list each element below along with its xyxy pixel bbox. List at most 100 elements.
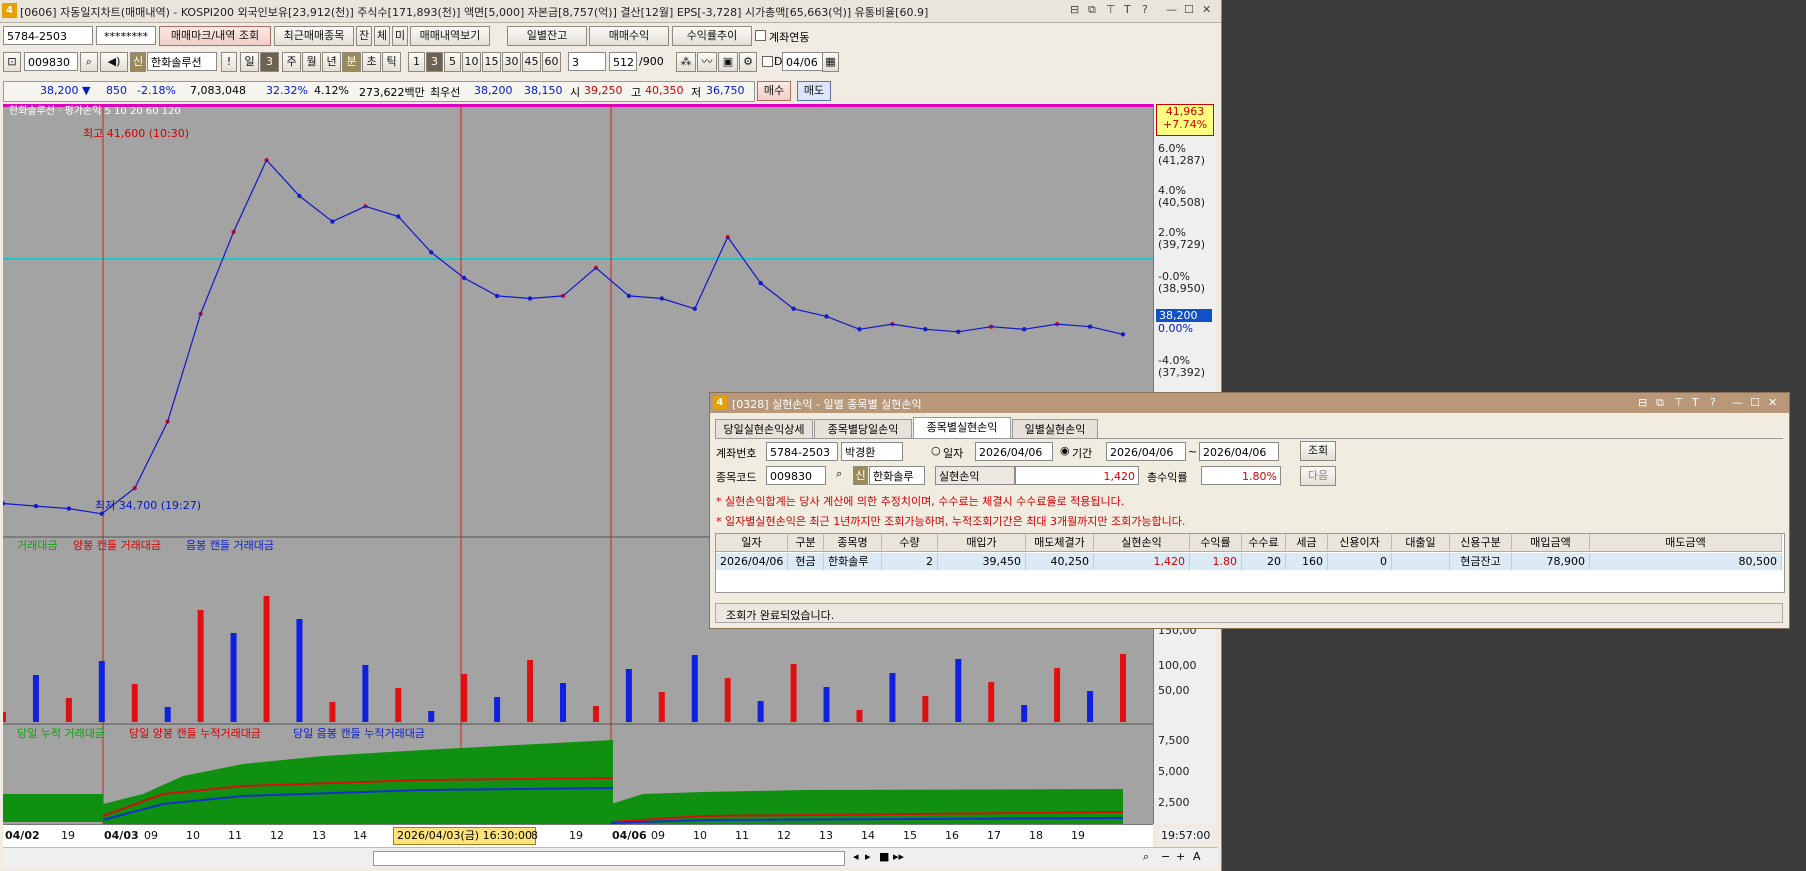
alert-button[interactable]: !	[221, 52, 237, 72]
col-header[interactable]: 매도체결가	[1026, 534, 1094, 552]
layout-icon[interactable]: ⊟	[1070, 3, 1079, 16]
save-icon[interactable]: ▣	[718, 52, 738, 72]
minute-1-button[interactable]: 1	[408, 52, 425, 72]
search-icon[interactable]: ⌕	[80, 52, 98, 72]
minimize-icon[interactable]: —	[1166, 3, 1177, 16]
daily-balance-button[interactable]: 일별잔고	[507, 26, 587, 46]
minute-45-button[interactable]: 45	[522, 52, 541, 72]
next-button[interactable]: 다음	[1300, 466, 1336, 486]
calendar-icon[interactable]: ▦	[822, 52, 839, 72]
zoom-in-icon[interactable]: +	[1176, 850, 1185, 863]
col-header[interactable]: 수량	[882, 534, 938, 552]
col-header[interactable]: 신용이자	[1328, 534, 1392, 552]
dialog-help-icon[interactable]: ?	[1710, 396, 1716, 409]
dlg-search-icon[interactable]: ⌕	[836, 467, 842, 481]
compare-icon[interactable]: 〰	[697, 52, 717, 72]
period-month-button[interactable]: 월	[302, 52, 321, 72]
col-header[interactable]: 매입가	[938, 534, 1026, 552]
settings-gear-icon[interactable]: ⚙	[739, 52, 757, 72]
dialog-close-icon[interactable]: ✕	[1768, 396, 1777, 409]
chart-scrollbar[interactable]: ◂ ▸ ■ ▸▸ ⌕ − + A	[3, 847, 1218, 868]
table-cell[interactable]: 현금	[788, 553, 824, 570]
col-header[interactable]: 신용구분	[1450, 534, 1512, 552]
period-day-button[interactable]: 일	[240, 52, 259, 72]
balance-button[interactable]: 잔	[356, 26, 372, 46]
indicator-icon[interactable]: ⁂	[676, 52, 696, 72]
dlg-code-input[interactable]: 009830	[766, 466, 826, 485]
period-second-button[interactable]: 초	[362, 52, 381, 72]
stock-code-input[interactable]: 009830	[24, 52, 78, 71]
dialog-minimize-icon[interactable]: —	[1732, 396, 1743, 409]
tab-today-detail[interactable]: 당일실현손익상세	[715, 419, 813, 438]
stop-icon[interactable]: ■	[879, 850, 889, 863]
interval-select[interactable]: 3	[568, 52, 606, 71]
table-cell[interactable]	[1392, 553, 1450, 570]
table-cell[interactable]: 1,420	[1094, 553, 1190, 570]
buy-button[interactable]: 매수	[757, 81, 791, 101]
zoom-icon[interactable]: ⌕	[1143, 850, 1149, 864]
trade-profit-button[interactable]: 매매수익	[589, 26, 669, 46]
help-icon[interactable]: ?	[1142, 3, 1148, 16]
table-cell[interactable]: 160	[1286, 553, 1328, 570]
close-icon[interactable]: ✕	[1202, 3, 1211, 16]
maximize-icon[interactable]: ☐	[1184, 3, 1194, 16]
password-field[interactable]: ********	[96, 26, 156, 45]
sell-button[interactable]: 매도	[797, 81, 831, 101]
table-cell[interactable]: 한화솔루	[824, 553, 882, 570]
col-header[interactable]: 종목명	[824, 534, 882, 552]
table-cell[interactable]: 현금잔고	[1450, 553, 1512, 570]
col-header[interactable]: 매도금액	[1590, 534, 1782, 552]
minute-60-button[interactable]: 60	[542, 52, 561, 72]
play-icon[interactable]: ▸	[865, 850, 871, 863]
dialog-layout-icon[interactable]: ⊟	[1638, 396, 1647, 409]
scroll-left-icon[interactable]: ◂	[853, 850, 859, 863]
period-radio[interactable]: ◉	[1060, 444, 1070, 457]
minute-15-button[interactable]: 15	[482, 52, 501, 72]
to-date-input[interactable]: 2026/04/06	[1199, 442, 1279, 461]
dialog-copy-icon[interactable]: ⧉	[1656, 396, 1664, 410]
stock-name-field[interactable]: 한화솔루션	[147, 52, 217, 71]
from-date-input[interactable]: 2026/04/06	[1106, 442, 1186, 461]
col-header[interactable]: 일자	[716, 534, 788, 552]
query-button[interactable]: 조회	[1300, 441, 1336, 461]
date-input[interactable]: 04/06	[782, 52, 824, 71]
return-trend-button[interactable]: 수익률추이	[672, 26, 752, 46]
minute-5-button[interactable]: 5	[444, 52, 461, 72]
period-year-button[interactable]: 년	[322, 52, 341, 72]
table-cell[interactable]: 39,450	[938, 553, 1026, 570]
layout-toggle-icon[interactable]: ⊡	[3, 52, 21, 72]
period-tick-button[interactable]: 틱	[382, 52, 401, 72]
table-cell[interactable]: 2	[882, 553, 938, 570]
dialog-maximize-icon[interactable]: ☐	[1750, 396, 1760, 409]
col-header[interactable]: 수익률	[1190, 534, 1242, 552]
day-date-input[interactable]: 2026/04/06	[975, 442, 1053, 461]
tab-realized-by-stock[interactable]: 종목별실현손익	[913, 417, 1011, 438]
table-cell[interactable]: 78,900	[1512, 553, 1590, 570]
unfilled-button[interactable]: 미	[392, 26, 408, 46]
minute-30-button[interactable]: 30	[502, 52, 521, 72]
text-icon[interactable]: T	[1124, 3, 1131, 16]
minute-10-button[interactable]: 10	[462, 52, 481, 72]
dlg-account-select[interactable]: 5784-2503	[766, 442, 838, 461]
table-cell[interactable]: 2026/04/06	[716, 553, 788, 570]
table-cell[interactable]: 20	[1242, 553, 1286, 570]
tab-today-by-stock[interactable]: 종목별당일손익	[814, 419, 912, 438]
d-checkbox[interactable]	[762, 56, 773, 67]
col-header[interactable]: 실현손익	[1094, 534, 1190, 552]
col-header[interactable]: 수수료	[1242, 534, 1286, 552]
account-select[interactable]: 5784-2503	[3, 26, 93, 45]
recent-trades-button[interactable]: 최근매매종목	[274, 26, 354, 46]
table-cell[interactable]: 1.80	[1190, 553, 1242, 570]
tab-daily-realized[interactable]: 일별실현손익	[1012, 419, 1098, 438]
col-header[interactable]: 매입금액	[1512, 534, 1590, 552]
sound-icon[interactable]: ◀)	[100, 52, 128, 72]
table-cell[interactable]: 40,250	[1026, 553, 1094, 570]
dialog-text-icon[interactable]: T	[1692, 396, 1699, 409]
table-cell[interactable]: 0	[1328, 553, 1392, 570]
minute-3-button[interactable]: 3	[426, 52, 443, 72]
dialog-pin-icon[interactable]: ⊤	[1674, 396, 1684, 409]
table-cell[interactable]: 80,500	[1590, 553, 1782, 570]
pin-icon[interactable]: ⊤	[1106, 3, 1116, 16]
zoom-out-icon[interactable]: −	[1161, 850, 1170, 863]
period-minute-button[interactable]: 분	[342, 52, 361, 72]
